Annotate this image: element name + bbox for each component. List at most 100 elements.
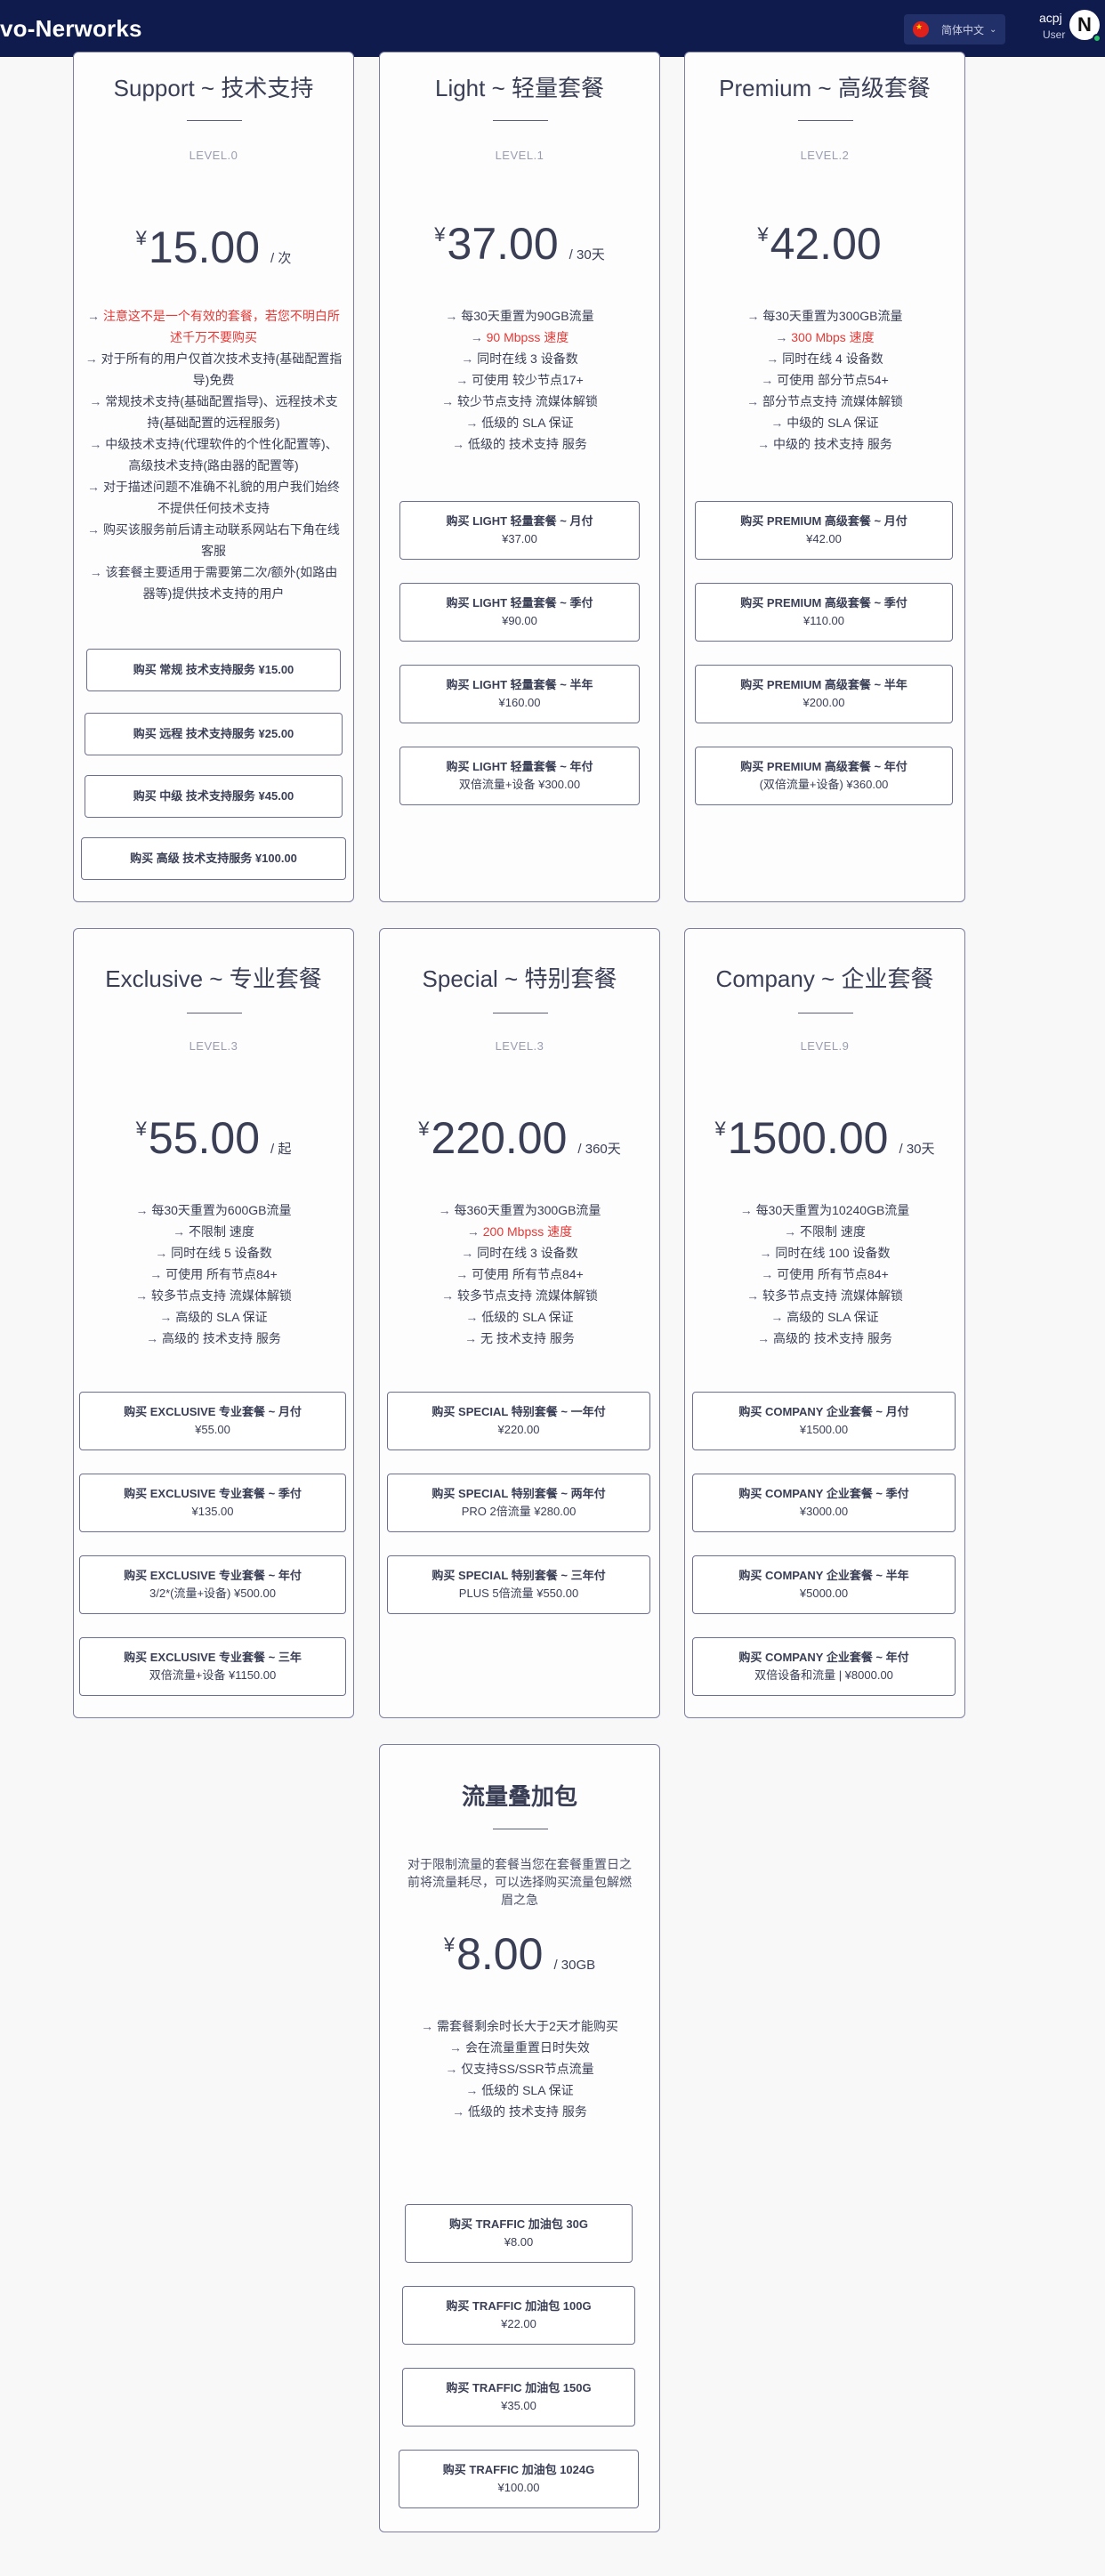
feature-item: 常规技术支持(基础配置指导)、远程技术支持(基础配置的远程服务) — [85, 391, 343, 433]
buy-button[interactable]: 购买 EXCLUSIVE 专业套餐 ~ 三年 双倍流量+设备 ¥1150.00 — [79, 1637, 346, 1696]
feature-item: 每30天重置为600GB流量 — [85, 1199, 343, 1221]
plan-price: ¥ 42.00 — [685, 218, 964, 270]
buy-button[interactable]: 购买 SPECIAL 特别套餐 ~ 一年付 ¥220.00 — [387, 1392, 650, 1450]
buy-button[interactable]: 购买 SPECIAL 特别套餐 ~ 三年付 PLUS 5倍流量 ¥550.00 — [387, 1555, 650, 1614]
buy-button[interactable]: 购买 中级 技术支持服务 ¥45.00 — [85, 775, 343, 818]
china-flag-icon — [913, 21, 929, 37]
currency-symbol: ¥ — [135, 1118, 147, 1140]
plan-price: ¥ 37.00 / 30天 — [380, 218, 659, 270]
plan-level: LEVEL.0 — [189, 149, 238, 162]
currency-symbol: ¥ — [714, 1118, 726, 1140]
buy-button[interactable]: 购买 PREMIUM 高级套餐 ~ 半年 ¥200.00 — [695, 665, 953, 723]
plan-title: Company ~ 企业套餐 — [715, 965, 934, 992]
feature-list: 需套餐剩余时长大于2天才能购买 会在流量重置日时失效 仅支持SS/SSR节点流量… — [391, 2015, 649, 2122]
buy-button[interactable]: 购买 PREMIUM 高级套餐 ~ 月付 ¥42.00 — [695, 501, 953, 560]
plan-card-light: Light ~ 轻量套餐 LEVEL.1 ¥ 37.00 / 30天 每30天重… — [379, 52, 660, 902]
price-amount: 37.00 — [447, 219, 559, 269]
buy-button[interactable]: 购买 TRAFFIC 加油包 150G ¥35.00 — [402, 2368, 635, 2427]
buy-button-price: ¥8.00 — [504, 2235, 534, 2249]
plan-title: Special ~ 特别套餐 — [422, 965, 617, 992]
feature-item: 90 Mbpss 速度 — [391, 327, 649, 348]
user-name[interactable]: acpj — [1039, 11, 1062, 25]
plan-level: LEVEL.1 — [495, 149, 544, 162]
buy-button[interactable]: 购买 PREMIUM 高级套餐 ~ 季付 ¥110.00 — [695, 583, 953, 642]
buy-button[interactable]: 购买 EXCLUSIVE 专业套餐 ~ 月付 ¥55.00 — [79, 1392, 346, 1450]
buy-button-price: ¥42.00 — [806, 532, 842, 545]
price-amount: 42.00 — [770, 219, 882, 269]
buy-button-price: ¥37.00 — [502, 532, 537, 545]
buy-button[interactable]: 购买 SPECIAL 特别套餐 ~ 两年付 PRO 2倍流量 ¥280.00 — [387, 1474, 650, 1532]
feature-item: 300 Mbps 速度 — [696, 327, 954, 348]
price-period: / 30GB — [553, 1958, 596, 1973]
buy-button-price: ¥55.00 — [195, 1423, 230, 1436]
plan-description: 对于限制流量的套餐当您在套餐重置日之前将流量耗尽，可以选择购买流量包解燃眉之急 — [407, 1857, 632, 1907]
title-divider — [493, 120, 548, 121]
price-period: / 次 — [270, 251, 292, 266]
feature-item: 高级的 SLA 保证 — [85, 1306, 343, 1328]
feature-item: 可使用 所有节点84+ — [696, 1264, 954, 1285]
buy-button[interactable]: 购买 远程 技术支持服务 ¥25.00 — [85, 713, 343, 755]
price-amount: 1500.00 — [727, 1113, 889, 1163]
buy-button[interactable]: 购买 COMPANY 企业套餐 ~ 年付 双倍设备和流量 | ¥8000.00 — [692, 1637, 956, 1696]
chevron-down-icon: ⌄ — [989, 24, 997, 35]
buy-button[interactable]: 购买 COMPANY 企业套餐 ~ 月付 ¥1500.00 — [692, 1392, 956, 1450]
buy-button[interactable]: 购买 LIGHT 轻量套餐 ~ 年付 双倍流量+设备 ¥300.00 — [399, 747, 640, 805]
buy-button-price: ¥90.00 — [502, 614, 537, 627]
buy-button[interactable]: 购买 EXCLUSIVE 专业套餐 ~ 季付 ¥135.00 — [79, 1474, 346, 1532]
feature-item: 该套餐主要适用于需要第二次/额外(如路由器等)提供技术支持的用户 — [85, 561, 343, 604]
feature-item: 同时在线 4 设备数 — [696, 348, 954, 369]
plan-level: LEVEL.9 — [800, 1039, 850, 1053]
buy-button-label: 购买 EXCLUSIVE 专业套餐 ~ 年付 — [124, 1569, 302, 1582]
feature-item: 高级的 SLA 保证 — [696, 1306, 954, 1328]
buy-button[interactable]: 购买 高级 技术支持服务 ¥100.00 — [81, 837, 346, 880]
price-period: / 起 — [270, 1142, 292, 1157]
feature-item: 仅支持SS/SSR节点流量 — [391, 2058, 649, 2079]
currency-symbol: ¥ — [443, 1934, 456, 1956]
plan-card-traffic: 流量叠加包 对于限制流量的套餐当您在套餐重置日之前将流量耗尽，可以选择购买流量包… — [379, 1744, 660, 2532]
language-selector[interactable]: 简体中文 ⌄ — [904, 14, 1005, 44]
buy-button[interactable]: 购买 常规 技术支持服务 ¥15.00 — [86, 649, 341, 691]
buy-button[interactable]: 购买 PREMIUM 高级套餐 ~ 年付 (双倍流量+设备) ¥360.00 — [695, 747, 953, 805]
feature-item: 较多节点支持 流媒体解锁 — [391, 1285, 649, 1306]
buy-button[interactable]: 购买 TRAFFIC 加油包 30G ¥8.00 — [405, 2204, 633, 2263]
feature-item: 可使用 较少节点17+ — [391, 369, 649, 391]
feature-item: 可使用 部分节点54+ — [696, 369, 954, 391]
price-amount: 55.00 — [148, 1113, 261, 1163]
buy-button[interactable]: 购买 LIGHT 轻量套餐 ~ 季付 ¥90.00 — [399, 583, 640, 642]
feature-item: 不限制 速度 — [85, 1221, 343, 1242]
feature-item: 低级的 技术支持 服务 — [391, 433, 649, 455]
feature-item: 可使用 所有节点84+ — [391, 1264, 649, 1285]
feature-list: 每360天重置为300GB流量 200 Mbpss 速度 同时在线 3 设备数 … — [391, 1199, 649, 1349]
buy-button-price: ¥110.00 — [803, 614, 845, 627]
buy-button[interactable]: 购买 TRAFFIC 加油包 100G ¥22.00 — [402, 2286, 635, 2345]
buy-button[interactable]: 购买 EXCLUSIVE 专业套餐 ~ 年付 3/2*(流量+设备) ¥500.0… — [79, 1555, 346, 1614]
title-divider — [187, 120, 242, 121]
buy-button-price: ¥1500.00 — [799, 1423, 849, 1436]
price-amount: 220.00 — [431, 1113, 568, 1163]
buy-button-price: ¥160.00 — [498, 696, 541, 709]
feature-item: 同时在线 3 设备数 — [391, 1242, 649, 1264]
plan-level: LEVEL.3 — [189, 1039, 238, 1053]
language-label: 简体中文 — [941, 23, 985, 36]
buy-button[interactable]: 购买 COMPANY 企业套餐 ~ 季付 ¥3000.00 — [692, 1474, 956, 1532]
buy-button[interactable]: 购买 TRAFFIC 加油包 1024G ¥100.00 — [399, 2450, 639, 2508]
buy-button-price: ¥135.00 — [191, 1505, 234, 1518]
currency-symbol: ¥ — [434, 223, 446, 246]
feature-item: 每30天重置为90GB流量 — [391, 305, 649, 327]
feature-item: 高级的 技术支持 服务 — [85, 1328, 343, 1349]
buy-button-label: 购买 TRAFFIC 加油包 30G — [448, 2217, 588, 2231]
price-amount: 15.00 — [148, 222, 261, 272]
buy-button[interactable]: 购买 COMPANY 企业套餐 ~ 半年 ¥5000.00 — [692, 1555, 956, 1614]
feature-item: 较少节点支持 流媒体解锁 — [391, 391, 649, 412]
buy-button-price: 3/2*(流量+设备) ¥500.00 — [149, 1587, 276, 1600]
buy-button-label: 购买 LIGHT 轻量套餐 ~ 月付 — [446, 514, 593, 528]
price-period: / 30天 — [899, 1142, 935, 1157]
plan-price: ¥ 220.00 / 360天 — [380, 1112, 659, 1164]
buy-button-label: 购买 PREMIUM 高级套餐 ~ 月付 — [740, 514, 907, 528]
feature-item: 部分节点支持 流媒体解锁 — [696, 391, 954, 412]
buy-button[interactable]: 购买 LIGHT 轻量套餐 ~ 半年 ¥160.00 — [399, 665, 640, 723]
feature-item: 每360天重置为300GB流量 — [391, 1199, 649, 1221]
buy-button-label: 购买 LIGHT 轻量套餐 ~ 半年 — [446, 678, 593, 691]
buy-button[interactable]: 购买 LIGHT 轻量套餐 ~ 月付 ¥37.00 — [399, 501, 640, 560]
brand-logo[interactable]: vo-Nerworks — [0, 15, 142, 43]
